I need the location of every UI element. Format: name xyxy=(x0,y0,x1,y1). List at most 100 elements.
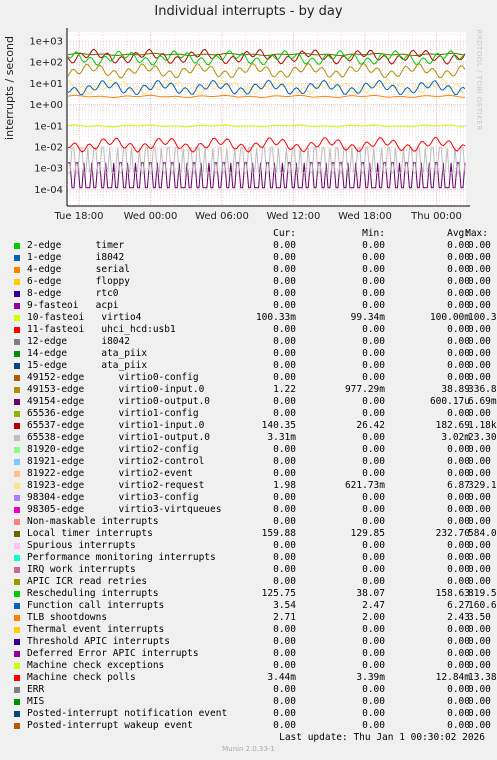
legend-cur: 140.35 xyxy=(261,420,296,431)
legend-name: 81922-edge virtio2-event xyxy=(27,468,193,479)
legend-cur: 0.00 xyxy=(273,576,296,587)
legend-avg: 0.00 xyxy=(447,552,470,563)
legend-min: 38.07 xyxy=(356,588,385,599)
legend-max: 0.00 xyxy=(468,300,491,311)
legend-max: 0.00 xyxy=(468,648,491,659)
legend-swatch xyxy=(14,243,20,249)
legend-min: 0.00 xyxy=(362,516,385,527)
legend-name: 8-edge rtc0 xyxy=(27,288,119,299)
legend-row: 81922-edge virtio2-event 0.00 0.00 0.00 0.00 xyxy=(0,468,497,480)
legend-name: 98305-edge virtio3-virtqueues xyxy=(27,504,222,515)
legend-name: 81921-edge virtio2-control xyxy=(27,456,205,467)
legend-cur: 3.44m xyxy=(267,672,296,683)
legend-swatch xyxy=(14,291,20,297)
legend-row: 14-edge ata_piix 0.00 0.00 0.00 0.00 xyxy=(0,348,497,360)
legend-name: Rescheduling interrupts xyxy=(27,588,159,599)
legend-avg: 0.00 xyxy=(447,252,470,263)
legend-cur: 3.54 xyxy=(273,600,296,611)
legend-min: 0.00 xyxy=(362,684,385,695)
legend-name: 14-edge ata_piix xyxy=(27,348,148,359)
legend-row: 65537-edge virtio1-input.0 140.35 26.42 182… xyxy=(0,420,497,432)
legend-min: 0.00 xyxy=(362,552,385,563)
legend-min: 0.00 xyxy=(362,540,385,551)
legend-row: 49154-edge virtio0-output.0 0.00 0.00 600.1… xyxy=(0,396,497,408)
legend-row: 81923-edge virtio2-request 1.98 621.73m 6.8… xyxy=(0,480,497,492)
y-tick-label: 1e-04 xyxy=(34,185,63,196)
legend-swatch xyxy=(14,411,20,417)
x-tick-label: Wed 18:00 xyxy=(338,211,392,222)
legend-cur: 0.00 xyxy=(273,624,296,635)
legend-name: 2-edge timer xyxy=(27,240,125,251)
legend-row: TLB shootdowns 2.71 2.00 2.43 3.50 xyxy=(0,612,497,624)
legend-swatch xyxy=(14,339,20,345)
legend-swatch xyxy=(14,675,20,681)
legend-min: 0.00 xyxy=(362,576,385,587)
legend-cur: 0.00 xyxy=(273,408,296,419)
header-cur: Cur: xyxy=(273,228,296,239)
legend-avg: 0.00 xyxy=(447,720,470,731)
y-tick-label: 1e+01 xyxy=(29,79,63,90)
legend-min: 0.00 xyxy=(362,564,385,575)
y-tick-label: 1e+02 xyxy=(29,58,63,69)
legend-max: 1.18k xyxy=(468,420,497,431)
legend-min: 99.34m xyxy=(350,312,385,323)
legend-cur: 0.00 xyxy=(273,504,296,515)
legend-min: 0.00 xyxy=(362,708,385,719)
legend-row: 12-edge i8042 0.00 0.00 0.00 0.00 xyxy=(0,336,497,348)
legend-cur: 0.00 xyxy=(273,348,296,359)
legend-row: 1-edge i8042 0.00 0.00 0.00 0.00 xyxy=(0,252,497,264)
legend-min: 0.00 xyxy=(362,336,385,347)
legend-cur: 0.00 xyxy=(273,540,296,551)
legend-swatch xyxy=(14,375,20,381)
x-tick-label: Tue 18:00 xyxy=(53,211,103,222)
legend-cur: 0.00 xyxy=(273,516,296,527)
legend-max: 329.10 xyxy=(468,480,497,491)
legend-max: 0.00 xyxy=(468,444,491,455)
legend-name: 49153-edge virtio0-input.0 xyxy=(27,384,205,395)
legend-avg: 0.00 xyxy=(447,516,470,527)
legend-cur: 0.00 xyxy=(273,240,296,251)
legend-row: Thermal event interrupts 0.00 0.00 0.00 0.00 xyxy=(0,624,497,636)
legend-cur: 0.00 xyxy=(273,456,296,467)
legend-min: 621.73m xyxy=(344,480,385,491)
legend-row: Deferred Error APIC interrupts 0.00 0.00 0.… xyxy=(0,648,497,660)
legend-swatch xyxy=(14,579,20,585)
legend-cur: 1.22 xyxy=(273,384,296,395)
y-tick-label: 1e+03 xyxy=(29,37,63,48)
legend-max: 0.00 xyxy=(468,516,491,527)
legend-avg: 0.00 xyxy=(447,576,470,587)
legend-max: 0.00 xyxy=(468,684,491,695)
legend-avg: 2.43 xyxy=(447,612,470,623)
legend-min: 2.47 xyxy=(362,600,385,611)
legend-min: 0.00 xyxy=(362,636,385,647)
legend-name: 49154-edge virtio0-output.0 xyxy=(27,396,211,407)
legend-row: IRQ work interrupts 0.00 0.00 0.00 0.00 xyxy=(0,564,497,576)
legend-swatch xyxy=(14,363,20,369)
legend-max: 160.64 xyxy=(468,600,497,611)
legend-max: 23.30m xyxy=(468,432,497,443)
legend-name: 4-edge serial xyxy=(27,264,130,275)
legend-min: 0.00 xyxy=(362,720,385,731)
legend-min: 0.00 xyxy=(362,408,385,419)
legend-row: Local timer interrupts 159.88 129.85 232.70… xyxy=(0,528,497,540)
legend-swatch xyxy=(14,459,20,465)
legend-avg: 0.00 xyxy=(447,696,470,707)
legend-name: 12-edge i8042 xyxy=(27,336,130,347)
legend-cur: 3.31m xyxy=(267,432,296,443)
legend-avg: 0.00 xyxy=(447,276,470,287)
legend-cur: 0.00 xyxy=(273,324,296,335)
legend-avg: 38.89 xyxy=(441,384,470,395)
legend-min: 0.00 xyxy=(362,324,385,335)
legend-name: 15-edge ata_piix xyxy=(27,360,148,371)
legend-avg: 0.00 xyxy=(447,444,470,455)
legend-swatch xyxy=(14,303,20,309)
legend-avg: 0.00 xyxy=(447,300,470,311)
legend-cur: 0.00 xyxy=(273,276,296,287)
x-tick-label: Wed 12:00 xyxy=(267,211,321,222)
legend-swatch xyxy=(14,723,20,729)
legend-min: 0.00 xyxy=(362,624,385,635)
legend-row: 2-edge timer 0.00 0.00 0.00 0.00 xyxy=(0,240,497,252)
legend-name: Thermal event interrupts xyxy=(27,624,165,635)
legend-cur: 0.00 xyxy=(273,288,296,299)
legend-avg: 0.00 xyxy=(447,660,470,671)
